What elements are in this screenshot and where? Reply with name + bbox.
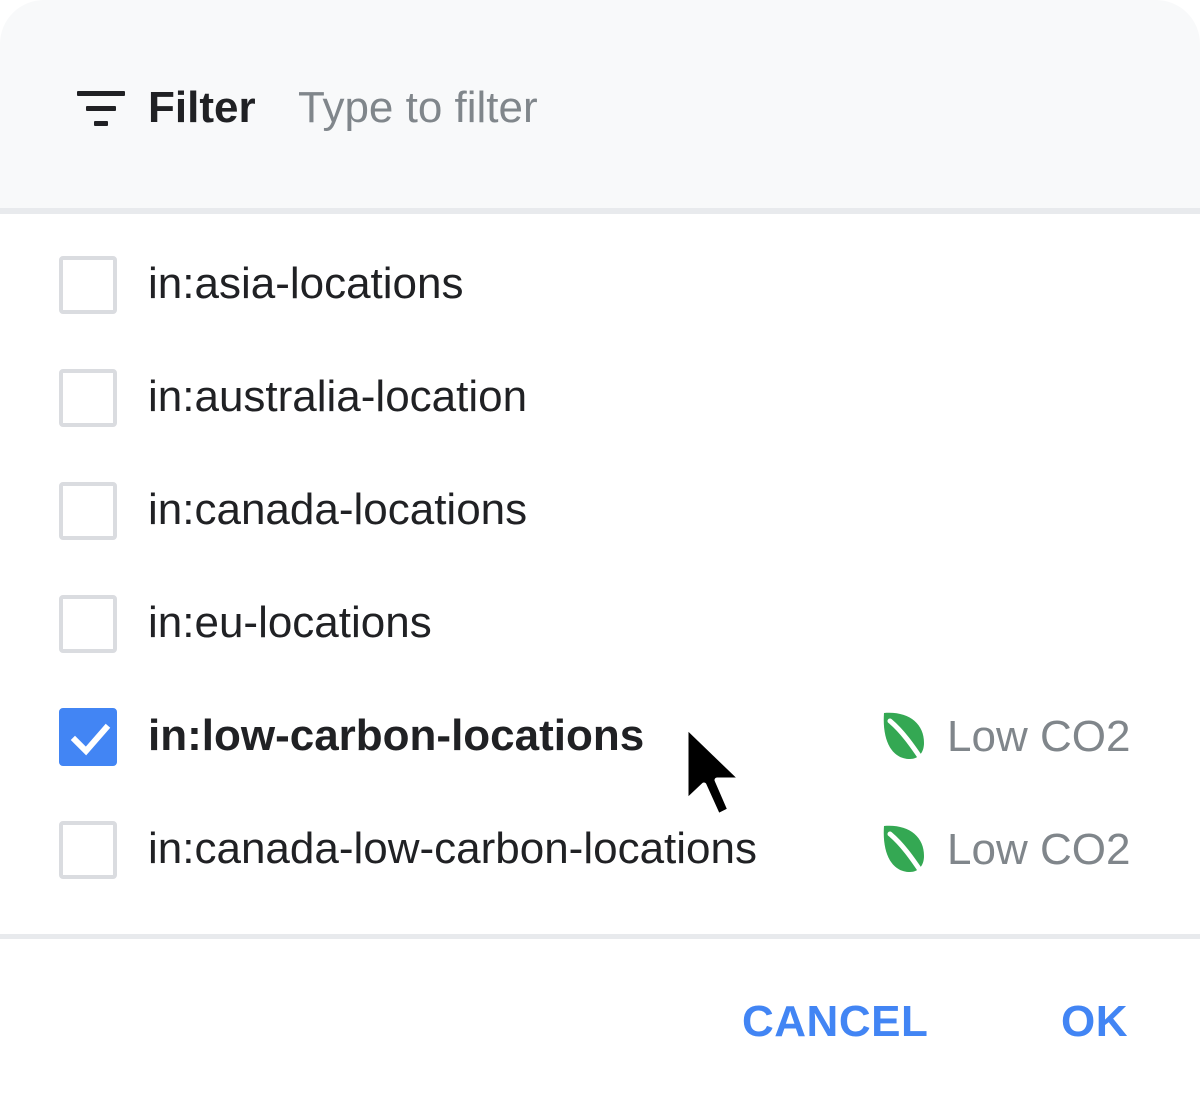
option-label: in:canada-low-carbon-locations: [148, 824, 757, 873]
option-canada-locations[interactable]: in:canada-locations: [0, 454, 1200, 567]
filter-input[interactable]: [298, 80, 1158, 136]
badge-text: Low CO2: [947, 825, 1131, 874]
checkbox[interactable]: [59, 482, 117, 540]
badge-text: Low CO2: [947, 712, 1131, 761]
checkbox[interactable]: [59, 595, 117, 653]
checkbox[interactable]: [59, 369, 117, 427]
option-eu-locations[interactable]: in:eu-locations: [0, 567, 1200, 680]
low-co2-badge: Low CO2: [878, 708, 1130, 766]
ok-button[interactable]: OK: [1061, 996, 1128, 1048]
checkbox[interactable]: [59, 821, 117, 879]
option-low-carbon-locations[interactable]: in:low-carbon-locations Low CO2: [0, 680, 1200, 793]
option-australia-location[interactable]: in:australia-location: [0, 341, 1200, 454]
check-icon: [70, 723, 111, 756]
leaf-icon: [883, 712, 927, 765]
header-divider: [0, 208, 1200, 214]
option-asia-locations[interactable]: in:asia-locations: [0, 228, 1200, 341]
checkbox-checked[interactable]: [59, 708, 117, 766]
option-canada-low-carbon-locations[interactable]: in:canada-low-carbon-locations Low CO2: [0, 793, 1200, 906]
footer-divider: [0, 934, 1200, 939]
checkbox[interactable]: [59, 256, 117, 314]
leaf-icon: [883, 825, 927, 878]
low-co2-badge: Low CO2: [878, 821, 1130, 879]
filter-bar: Filter: [0, 0, 1200, 208]
filter-dialog: Filter in:asia-locations in:australia-lo…: [0, 0, 1200, 1110]
option-label: in:low-carbon-locations: [148, 711, 645, 760]
option-label: in:canada-locations: [148, 485, 528, 534]
option-label: in:australia-location: [148, 372, 528, 421]
mouse-cursor-icon: [683, 723, 745, 819]
option-label: in:asia-locations: [148, 259, 464, 308]
filter-label: Filter: [148, 83, 256, 132]
option-label: in:eu-locations: [148, 598, 432, 647]
cancel-button[interactable]: CANCEL: [742, 996, 928, 1048]
filter-list-icon: [77, 91, 125, 126]
